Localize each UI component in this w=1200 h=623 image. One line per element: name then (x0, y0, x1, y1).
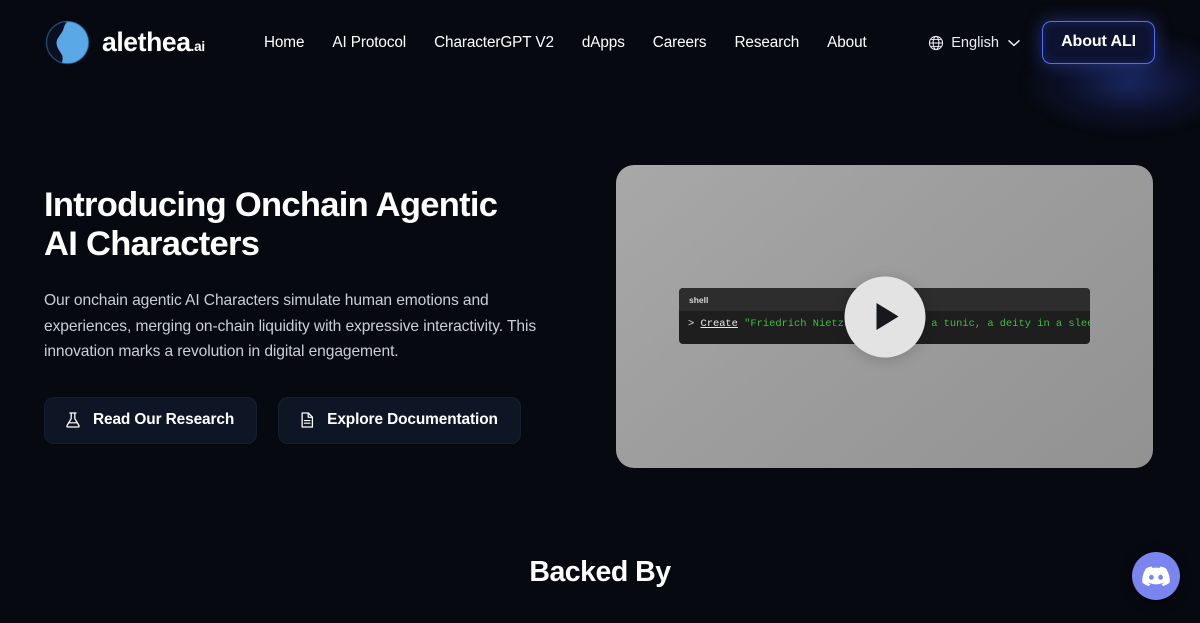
play-icon (876, 303, 898, 330)
hero-section: Introducing Onchain Agentic AI Character… (44, 186, 584, 444)
explore-documentation-button[interactable]: Explore Documentation (278, 396, 521, 444)
explore-documentation-label: Explore Documentation (327, 410, 498, 428)
flask-icon (66, 411, 80, 428)
hero-subtitle: Our onchain agentic AI Characters simula… (44, 292, 537, 360)
backed-by-title: Backed By (529, 556, 671, 588)
read-our-research-button[interactable]: Read Our Research (44, 396, 258, 444)
chevron-down-icon (1008, 39, 1020, 46)
header-right-group: English About ALI (928, 21, 1155, 64)
nav-item-charactergpt-v2[interactable]: CharacterGPT V2 (420, 28, 568, 58)
brand-name: alethea .ai (102, 27, 205, 58)
brand-logo[interactable]: alethea .ai (44, 19, 205, 67)
nav-item-home[interactable]: Home (250, 28, 318, 58)
video-play-button[interactable] (844, 276, 925, 357)
read-our-research-label: Read Our Research (93, 410, 235, 428)
main-nav: Home AI Protocol CharacterGPT V2 dApps C… (250, 28, 881, 58)
hero-title: Introducing Onchain Agentic AI Character… (44, 186, 498, 263)
brand-suffix: .ai (190, 39, 206, 54)
alethea-face-circle-logo-icon (45, 20, 90, 65)
language-selector[interactable]: English (928, 35, 1020, 51)
terminal-tab-label: shell (689, 294, 709, 305)
nav-item-careers[interactable]: Careers (639, 28, 721, 58)
terminal-command: Create (700, 318, 738, 330)
page-root: alethea .ai Home AI Protocol CharacterGPT… (0, 0, 1200, 623)
hero-cta-row: Read Our Research Explore Documentation (44, 396, 584, 444)
nav-item-dapps[interactable]: dApps (568, 28, 639, 58)
nav-item-research[interactable]: Research (720, 28, 813, 58)
nav-item-ai-protocol[interactable]: AI Protocol (318, 28, 420, 58)
language-label: English (951, 34, 1000, 51)
globe-icon (929, 35, 944, 50)
about-ali-button[interactable]: About ALI (1042, 21, 1155, 64)
nav-item-about[interactable]: About (813, 28, 880, 58)
site-header: alethea .ai Home AI Protocol CharacterGPT… (0, 0, 1200, 85)
discord-icon (1142, 566, 1170, 586)
terminal-prompt: > (688, 318, 701, 330)
brand-name-text: alethea (102, 27, 191, 57)
discord-widget-button[interactable] (1132, 552, 1180, 600)
hero-video-player[interactable]: shell > Create "Friedrich Nietzsche, wea… (616, 165, 1153, 468)
document-icon (301, 411, 314, 428)
